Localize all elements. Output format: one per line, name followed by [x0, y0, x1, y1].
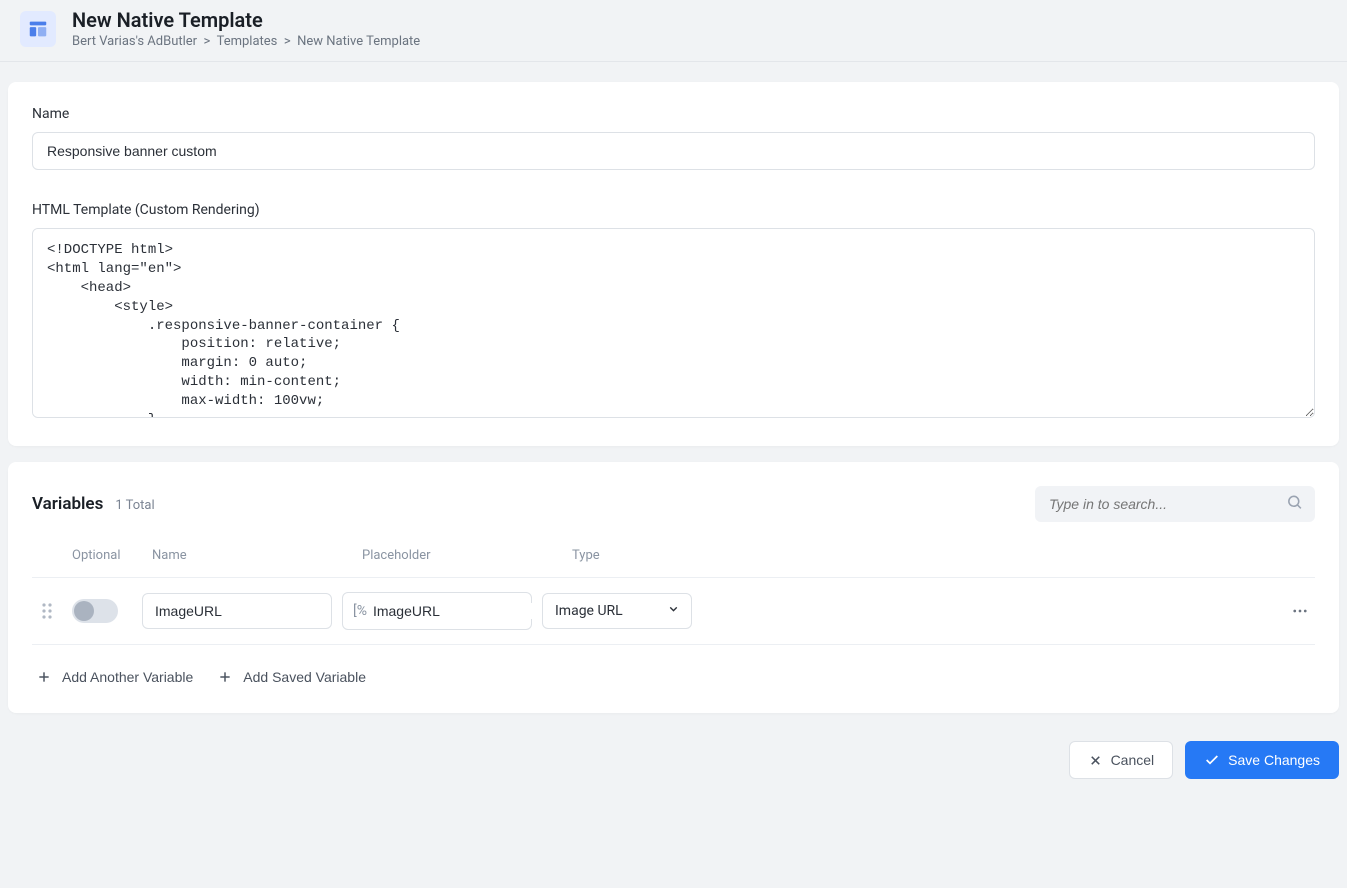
variable-type-select[interactable]: Image URL [542, 593, 692, 629]
breadcrumb-part2[interactable]: Templates [217, 34, 278, 49]
breadcrumb-sep: > [204, 34, 211, 49]
cancel-label: Cancel [1111, 752, 1155, 768]
check-icon [1204, 752, 1220, 768]
variables-header: Variables 1 Total [32, 486, 1315, 522]
toggle-knob [74, 601, 94, 621]
row-more-icon[interactable] [1285, 602, 1315, 620]
placeholder-prefix: [% [353, 603, 367, 619]
variables-title: Variables [32, 494, 103, 514]
breadcrumb-sep: > [284, 34, 291, 49]
add-saved-variable-button[interactable]: Add Saved Variable [217, 669, 366, 685]
template-icon [20, 11, 56, 47]
template-form-card: Name HTML Template (Custom Rendering) <!… [8, 82, 1339, 446]
col-type: Type [572, 548, 732, 563]
breadcrumb: Bert Varias's AdButler > Templates > New… [72, 34, 420, 49]
page-header: New Native Template Bert Varias's AdButl… [0, 0, 1347, 62]
variables-card: Variables 1 Total Optional Name Placehol… [8, 462, 1339, 713]
add-saved-label: Add Saved Variable [243, 669, 366, 685]
add-another-label: Add Another Variable [62, 669, 193, 685]
variable-placeholder-input[interactable] [373, 603, 554, 619]
header-text: New Native Template Bert Varias's AdButl… [72, 8, 420, 49]
save-label: Save Changes [1228, 752, 1320, 768]
breadcrumb-part3: New Native Template [297, 34, 420, 49]
footer-actions: Cancel Save Changes [0, 729, 1347, 795]
add-another-variable-button[interactable]: Add Another Variable [36, 669, 193, 685]
cancel-button[interactable]: Cancel [1069, 741, 1174, 779]
variables-table-head: Optional Name Placeholder Type [32, 542, 1315, 577]
col-name: Name [152, 548, 352, 563]
col-optional: Optional [72, 548, 142, 563]
drag-handle-icon[interactable] [32, 602, 62, 620]
variable-placeholder-wrap: [% %] [342, 592, 532, 630]
plus-icon [36, 669, 52, 685]
name-input[interactable] [32, 132, 1315, 170]
breadcrumb-part1[interactable]: Bert Varias's AdButler [72, 34, 197, 49]
plus-icon [217, 669, 233, 685]
variables-count: 1 Total [115, 498, 154, 513]
optional-toggle[interactable] [72, 599, 118, 623]
variable-row: [% %] Image URL [32, 577, 1315, 645]
page-title: New Native Template [72, 8, 420, 32]
variables-search [1035, 486, 1315, 522]
search-input[interactable] [1035, 486, 1315, 522]
close-icon [1088, 753, 1103, 768]
variable-actions: Add Another Variable Add Saved Variable [32, 645, 1315, 689]
html-template-textarea[interactable]: <!DOCTYPE html> <html lang="en"> <head> … [32, 228, 1315, 418]
variable-name-input[interactable] [142, 593, 332, 629]
save-button[interactable]: Save Changes [1185, 741, 1339, 779]
name-label: Name [32, 106, 1315, 122]
search-icon [1286, 494, 1303, 515]
html-template-label: HTML Template (Custom Rendering) [32, 202, 1315, 218]
col-placeholder: Placeholder [362, 548, 562, 563]
